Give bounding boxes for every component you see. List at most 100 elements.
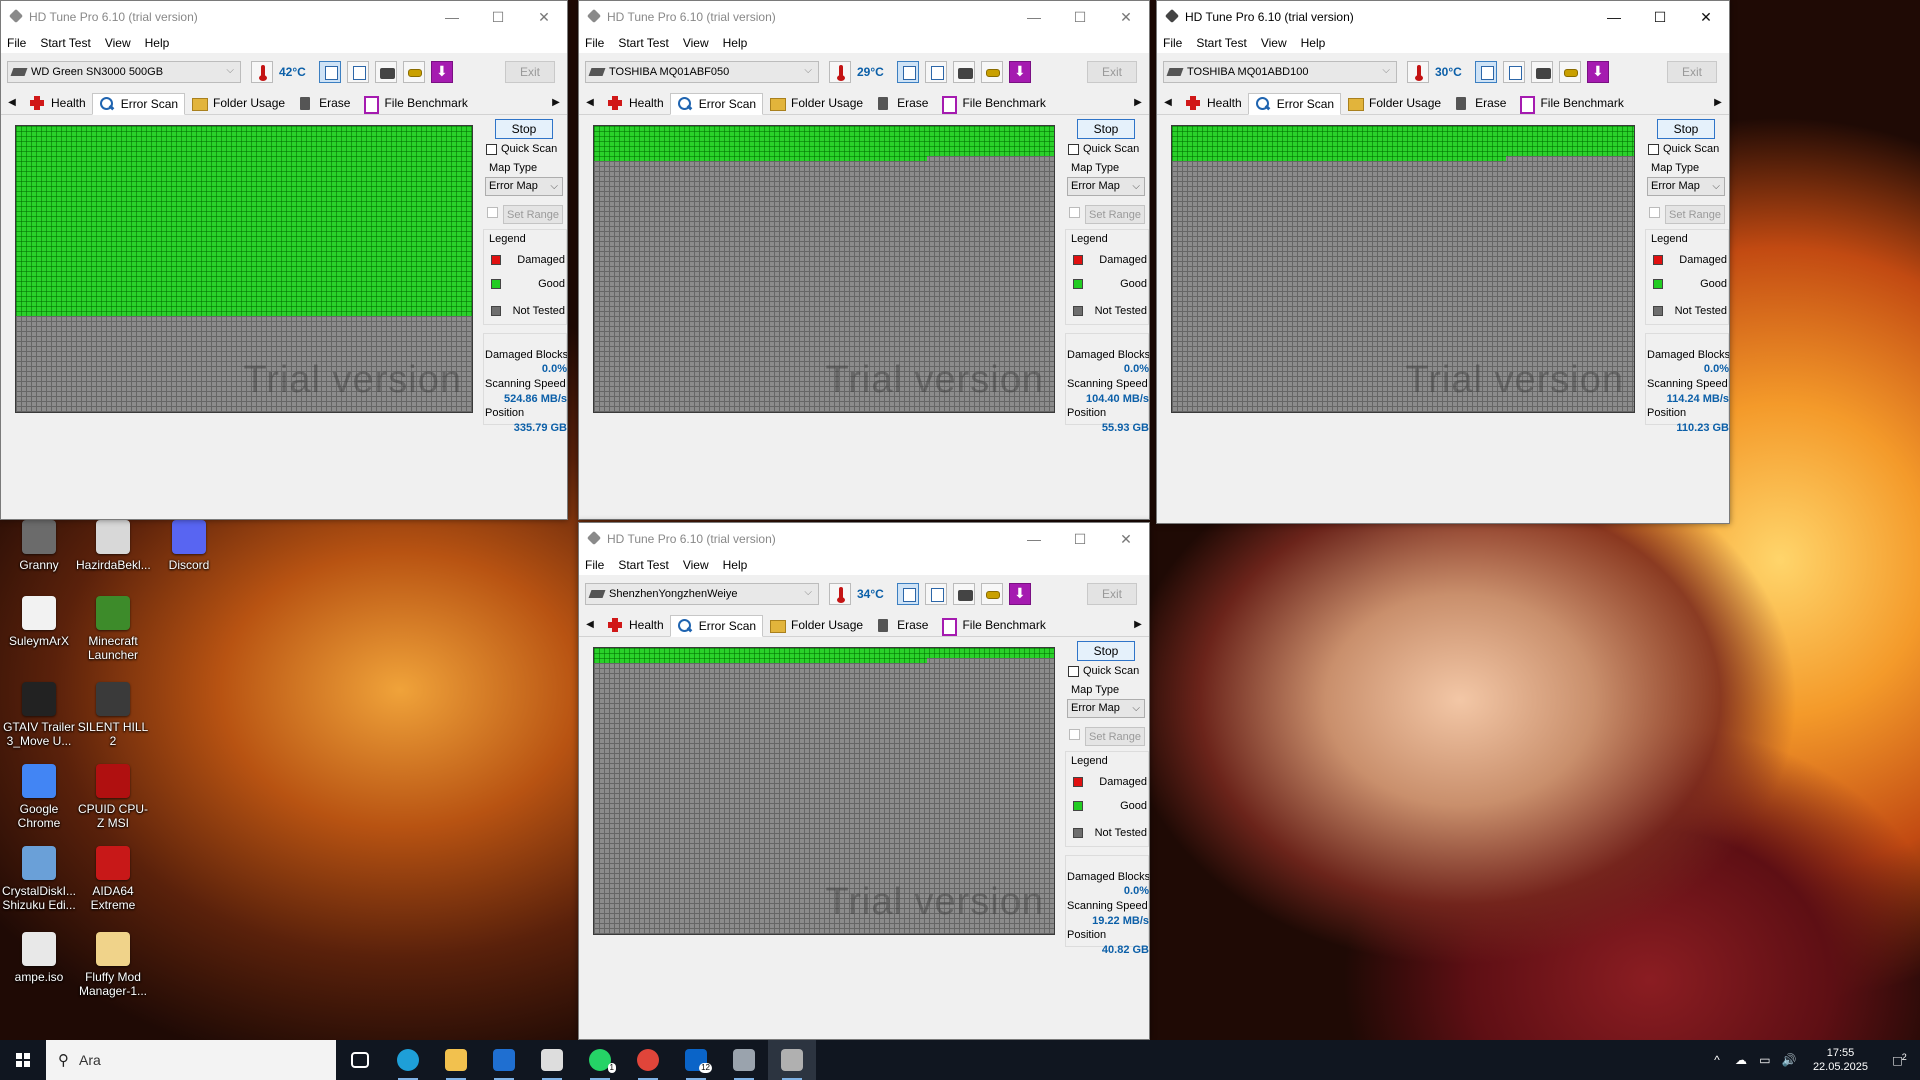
title-bar[interactable]: HD Tune Pro 6.10 (trial version) — ☐ ✕ — [579, 1, 1149, 33]
monitor-app-icon[interactable] — [720, 1040, 768, 1080]
tab-folder-usage[interactable]: Folder Usage — [763, 92, 869, 114]
save-download-icon[interactable] — [1009, 583, 1031, 605]
tab-health[interactable]: Health — [601, 92, 670, 114]
drive-select[interactable]: TOSHIBA MQ01ABF050 ⌵ — [585, 61, 819, 83]
menu-start-test[interactable]: Start Test — [1196, 36, 1246, 50]
copy-text-icon[interactable] — [897, 583, 919, 605]
desktop-icon[interactable]: Fluffy Mod Manager-1... — [76, 932, 150, 998]
tab-scroll-left-icon[interactable]: ◀ — [1, 97, 23, 108]
tab-health[interactable]: Health — [601, 614, 670, 636]
options-key-icon[interactable] — [981, 61, 1003, 83]
tab-scroll-left-icon[interactable]: ◀ — [1157, 97, 1179, 108]
desktop-icon[interactable]: SILENT HILL 2 — [76, 682, 150, 748]
tab-erase[interactable]: Erase — [291, 92, 356, 114]
tab-scroll-left-icon[interactable]: ◀ — [579, 619, 601, 630]
stop-button[interactable]: Stop — [1657, 119, 1715, 139]
menu-help[interactable]: Help — [723, 558, 748, 572]
menu-help[interactable]: Help — [723, 36, 748, 50]
desktop-icon[interactable]: Google Chrome — [2, 764, 76, 830]
menu-file[interactable]: File — [585, 36, 604, 50]
tab-file-benchmark[interactable]: File Benchmark — [356, 92, 473, 114]
menu-help[interactable]: Help — [1301, 36, 1326, 50]
screenshot-icon[interactable] — [375, 61, 397, 83]
tab-scroll-right-icon[interactable]: ▶ — [1127, 619, 1149, 630]
tab-health[interactable]: Health — [1179, 92, 1248, 114]
title-bar[interactable]: HD Tune Pro 6.10 (trial version) — ☐ ✕ — [579, 523, 1149, 555]
whatsapp-icon[interactable]: 1 — [576, 1040, 624, 1080]
title-bar[interactable]: HD Tune Pro 6.10 (trial version) — ☐ ✕ — [1, 1, 567, 33]
map-type-select[interactable]: Error Map ⌵ — [1647, 177, 1725, 196]
close-icon[interactable]: ✕ — [1683, 1, 1729, 33]
set-range-button[interactable]: Set Range — [503, 205, 563, 224]
quick-scan-checkbox[interactable]: Quick Scan — [1068, 665, 1139, 677]
quick-scan-checkbox[interactable]: Quick Scan — [1648, 143, 1719, 155]
tab-erase[interactable]: Erase — [869, 614, 934, 636]
map-type-select[interactable]: Error Map ⌵ — [1067, 699, 1145, 718]
copy-all-icon[interactable] — [1503, 61, 1525, 83]
chrome-icon[interactable] — [624, 1040, 672, 1080]
tab-erase[interactable]: Erase — [869, 92, 934, 114]
desktop-icon[interactable]: CrystalDiskI... Shizuku Edi... — [2, 846, 76, 912]
edge-icon[interactable] — [384, 1040, 432, 1080]
save-download-icon[interactable] — [1587, 61, 1609, 83]
tab-scroll-right-icon[interactable]: ▶ — [545, 97, 567, 108]
menu-view[interactable]: View — [683, 558, 709, 572]
maximize-icon[interactable]: ☐ — [1057, 523, 1103, 555]
options-key-icon[interactable] — [981, 583, 1003, 605]
copy-text-icon[interactable] — [319, 61, 341, 83]
menu-file[interactable]: File — [585, 558, 604, 572]
task-view-icon[interactable] — [336, 1040, 384, 1080]
taskbar-search[interactable]: ⚲ Ara — [46, 1040, 336, 1080]
start-windows-icon[interactable] — [0, 1040, 46, 1080]
drive-select[interactable]: TOSHIBA MQ01ABD100 ⌵ — [1163, 61, 1397, 83]
title-bar[interactable]: HD Tune Pro 6.10 (trial version) — ☐ ✕ — [1157, 1, 1729, 33]
set-range-checkbox[interactable] — [1069, 729, 1080, 740]
tab-error-scan[interactable]: Error Scan — [669, 92, 764, 115]
tab-error-scan[interactable]: Error Scan — [669, 614, 764, 637]
set-range-button[interactable]: Set Range — [1085, 205, 1145, 224]
set-range-checkbox[interactable] — [1069, 207, 1080, 218]
desktop-icon[interactable]: Minecraft Launcher — [76, 596, 150, 662]
copy-all-icon[interactable] — [925, 61, 947, 83]
close-icon[interactable]: ✕ — [1103, 1, 1149, 33]
set-range-checkbox[interactable] — [487, 207, 498, 218]
onedrive-icon[interactable]: ☁ — [1729, 1053, 1753, 1067]
mail-icon[interactable] — [480, 1040, 528, 1080]
network-icon[interactable]: ▭ — [1753, 1053, 1777, 1067]
exit-button[interactable]: Exit — [1667, 61, 1717, 83]
screenshot-icon[interactable] — [953, 583, 975, 605]
exit-button[interactable]: Exit — [505, 61, 555, 83]
copy-text-icon[interactable] — [897, 61, 919, 83]
desktop-icon[interactable]: Granny — [2, 520, 76, 572]
desktop-icon[interactable]: SuleymArX — [2, 596, 76, 648]
menu-help[interactable]: Help — [145, 36, 170, 50]
exit-button[interactable]: Exit — [1087, 61, 1137, 83]
quick-scan-checkbox[interactable]: Quick Scan — [1068, 143, 1139, 155]
save-download-icon[interactable] — [1009, 61, 1031, 83]
menu-view[interactable]: View — [105, 36, 131, 50]
volume-icon[interactable]: 🔊 — [1777, 1053, 1801, 1067]
tab-erase[interactable]: Erase — [1447, 92, 1512, 114]
menu-file[interactable]: File — [7, 36, 26, 50]
tray-chevron-icon[interactable]: ^ — [1705, 1053, 1729, 1067]
tab-file-benchmark[interactable]: File Benchmark — [934, 614, 1051, 636]
stop-button[interactable]: Stop — [495, 119, 553, 139]
menu-start-test[interactable]: Start Test — [618, 36, 668, 50]
hdtune-icon[interactable] — [768, 1040, 816, 1080]
copy-text-icon[interactable] — [1475, 61, 1497, 83]
minimize-icon[interactable]: — — [1591, 1, 1637, 33]
exit-button[interactable]: Exit — [1087, 583, 1137, 605]
options-key-icon[interactable] — [403, 61, 425, 83]
minimize-icon[interactable]: — — [1011, 523, 1057, 555]
close-icon[interactable]: ✕ — [1103, 523, 1149, 555]
clock[interactable]: 17:55 22.05.2025 — [1801, 1046, 1880, 1074]
menu-start-test[interactable]: Start Test — [40, 36, 90, 50]
close-icon[interactable]: ✕ — [521, 1, 567, 33]
tab-folder-usage[interactable]: Folder Usage — [1341, 92, 1447, 114]
desktop-icon[interactable]: AIDA64 Extreme — [76, 846, 150, 912]
tab-error-scan[interactable]: Error Scan — [1247, 92, 1342, 115]
desktop-icon[interactable]: HazirdaBekl... — [76, 520, 151, 572]
set-range-button[interactable]: Set Range — [1665, 205, 1725, 224]
set-range-checkbox[interactable] — [1649, 207, 1660, 218]
quick-scan-checkbox[interactable]: Quick Scan — [486, 143, 557, 155]
